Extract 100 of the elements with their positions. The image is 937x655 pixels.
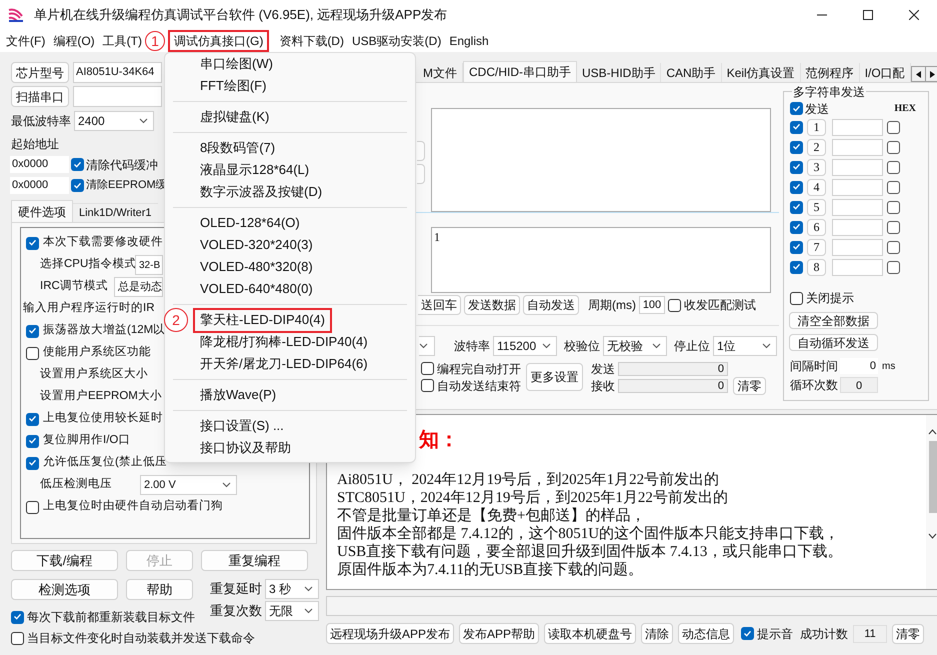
button[interactable]: 下载/编程 bbox=[11, 550, 118, 571]
tab[interactable]: CDC/HID-串口助手 bbox=[463, 61, 577, 82]
button[interactable]: 7 bbox=[807, 238, 826, 256]
input-field[interactable] bbox=[832, 198, 883, 216]
checkbox[interactable] bbox=[26, 236, 39, 250]
checkbox[interactable] bbox=[11, 632, 24, 644]
button[interactable]: 扫描串口 bbox=[11, 86, 69, 107]
button[interactable]: 发送数据 bbox=[464, 295, 520, 315]
input-field[interactable] bbox=[832, 118, 883, 136]
button[interactable]: 5 bbox=[807, 198, 826, 216]
scrollbar[interactable] bbox=[926, 415, 937, 589]
checkbox[interactable] bbox=[790, 180, 803, 194]
button[interactable]: 远程现场升级APP发布 bbox=[326, 623, 454, 644]
scroll-down-icon[interactable] bbox=[928, 533, 937, 539]
dropdown[interactable] bbox=[419, 336, 435, 356]
button[interactable]: 帮助 bbox=[126, 579, 193, 600]
checkbox[interactable] bbox=[668, 298, 681, 312]
checkbox[interactable] bbox=[421, 379, 434, 392]
dropdown[interactable]: 总是动态 bbox=[114, 277, 163, 297]
button[interactable]: 检测选项 bbox=[11, 579, 118, 600]
checkbox[interactable] bbox=[790, 260, 803, 274]
button[interactable]: 1 bbox=[807, 118, 826, 136]
button[interactable]: 清零 bbox=[733, 376, 766, 394]
menu-item[interactable]: 编程(O) bbox=[49, 30, 99, 52]
menu-item[interactable]: English bbox=[445, 30, 493, 52]
checkbox[interactable] bbox=[421, 362, 434, 375]
button[interactable]: 送回车 bbox=[418, 295, 461, 315]
checkbox[interactable] bbox=[790, 200, 803, 214]
input-field[interactable] bbox=[832, 238, 883, 256]
dropdown[interactable]: 32-B bbox=[135, 255, 163, 275]
checkbox[interactable] bbox=[790, 120, 803, 134]
checkbox[interactable] bbox=[26, 412, 39, 426]
button[interactable]: 自动发送 bbox=[523, 295, 579, 315]
menu-item[interactable]: VOLED-320*240(3) bbox=[200, 235, 313, 255]
button[interactable]: 重复编程 bbox=[201, 550, 308, 571]
dropdown[interactable]: 2400 bbox=[74, 110, 154, 130]
input-field[interactable] bbox=[832, 178, 883, 196]
checkbox[interactable] bbox=[790, 240, 803, 254]
input-field[interactable]: 0x0000 bbox=[10, 156, 69, 173]
button[interactable]: 清零 bbox=[892, 624, 924, 644]
menu-item[interactable]: 播放Wave(P) bbox=[200, 385, 276, 405]
button[interactable]: 清空全部数据 bbox=[789, 312, 878, 329]
send-area[interactable]: 1 bbox=[431, 227, 771, 293]
menu-item[interactable]: 串口绘图(W) bbox=[200, 54, 273, 74]
menu-item[interactable]: USB驱动安装(D) bbox=[348, 30, 446, 52]
button[interactable]: 4 bbox=[807, 178, 826, 196]
input-field[interactable]: AI8051U-34K64 bbox=[73, 62, 162, 83]
checkbox[interactable] bbox=[887, 120, 900, 134]
menu-item[interactable]: 虚拟键盘(K) bbox=[200, 107, 270, 127]
checkbox[interactable] bbox=[26, 434, 39, 448]
checkbox[interactable] bbox=[790, 140, 803, 154]
button[interactable]: 芯片型号 bbox=[11, 62, 69, 83]
input-field[interactable] bbox=[73, 86, 162, 107]
checkbox[interactable] bbox=[71, 179, 84, 192]
scroll-right-icon[interactable] bbox=[930, 70, 936, 78]
checkbox[interactable] bbox=[887, 260, 900, 274]
dropdown[interactable]: 无校验 bbox=[603, 336, 667, 356]
button[interactable]: 动态信息 bbox=[678, 623, 734, 644]
button[interactable]: 2 bbox=[807, 138, 826, 156]
menu-item[interactable]: 接口协议及帮助 bbox=[200, 438, 291, 458]
tab[interactable]: 硬件选项 bbox=[11, 200, 73, 222]
menu-item[interactable]: 液晶显示128*64(L) bbox=[200, 160, 310, 180]
checkbox[interactable] bbox=[26, 324, 39, 338]
dropdown[interactable]: 1位 bbox=[713, 336, 777, 356]
checkbox[interactable] bbox=[790, 220, 803, 234]
menu-item[interactable]: 降龙棍/打狗棒-LED-DIP40(4) bbox=[200, 332, 368, 352]
button[interactable]: 6 bbox=[807, 218, 826, 236]
menu-item[interactable]: 开天斧/屠龙刀-LED-DIP64(6) bbox=[200, 354, 368, 374]
checkbox[interactable] bbox=[26, 346, 39, 360]
input-field[interactable] bbox=[832, 138, 883, 156]
dropdown[interactable]: 无限 bbox=[265, 601, 319, 621]
checkbox[interactable] bbox=[887, 160, 900, 174]
checkbox[interactable] bbox=[11, 610, 24, 624]
button[interactable]: 发布APP帮助 bbox=[459, 623, 540, 644]
menu-item[interactable]: OLED-128*64(O) bbox=[200, 213, 300, 233]
checkbox[interactable] bbox=[26, 456, 39, 470]
button[interactable]: 读取本机硬盘号 bbox=[544, 623, 636, 644]
checkbox[interactable] bbox=[71, 158, 84, 171]
input-field[interactable] bbox=[832, 218, 883, 236]
button[interactable]: 3 bbox=[807, 158, 826, 176]
menu-item[interactable]: 资料下载(D) bbox=[275, 30, 348, 52]
input-field[interactable]: 0 bbox=[840, 358, 878, 374]
checkbox[interactable] bbox=[790, 292, 803, 304]
checkbox[interactable] bbox=[887, 200, 900, 214]
button[interactable]: 更多设置 bbox=[526, 363, 583, 391]
dropdown[interactable]: 115200 bbox=[493, 336, 557, 356]
checkbox[interactable] bbox=[790, 102, 803, 115]
checkbox[interactable] bbox=[887, 220, 900, 234]
dropdown[interactable]: 2.00 V bbox=[140, 475, 237, 495]
menu-item[interactable]: 数字示波器及按键(D) bbox=[200, 182, 322, 202]
scroll-left-icon[interactable] bbox=[916, 70, 921, 78]
checkbox[interactable] bbox=[887, 140, 900, 154]
menu-item[interactable]: 调试仿真接口(G) bbox=[168, 30, 270, 52]
input-field[interactable] bbox=[832, 158, 883, 176]
input-field[interactable]: 100 bbox=[639, 296, 665, 314]
checkbox[interactable] bbox=[887, 180, 900, 194]
close-icon[interactable] bbox=[909, 10, 919, 20]
menu-item[interactable]: 接口设置(S) ... bbox=[200, 416, 284, 436]
button[interactable]: 清除 bbox=[641, 623, 674, 644]
menu-item[interactable]: 8段数码管(7) bbox=[200, 138, 276, 158]
